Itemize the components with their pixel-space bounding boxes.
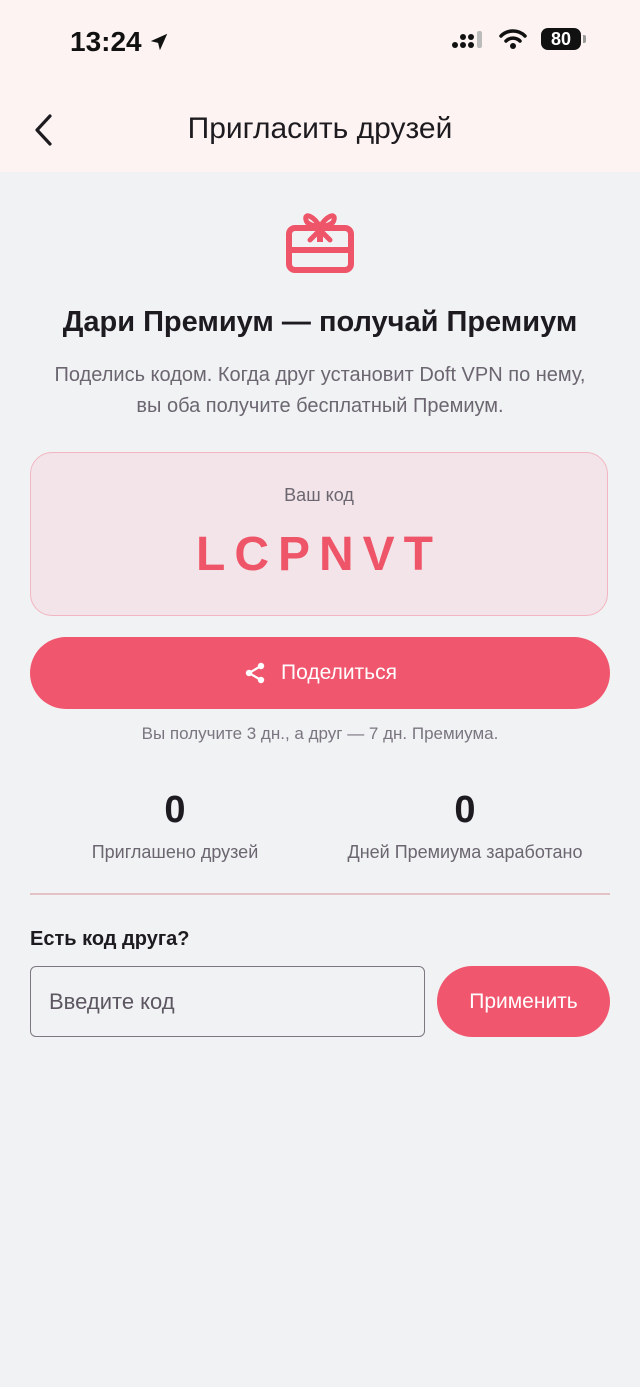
stat-premium-days-value: 0 [454, 789, 476, 831]
status-bar: 13:24 80 [0, 0, 640, 90]
status-time: 13:24 [70, 26, 170, 58]
battery-level: 80 [541, 28, 581, 50]
friend-code-input[interactable] [30, 966, 425, 1037]
app-bar: Пригласить друзей [0, 90, 640, 172]
wifi-icon [499, 29, 527, 49]
promo-description: Поделись кодом. Когда друг установит Dof… [54, 364, 586, 417]
referral-code-value[interactable]: LCPNVT [31, 527, 607, 582]
referral-code-card: Ваш код LCPNVT [30, 452, 608, 616]
stat-invited-friends: 0 Приглашено друзей [25, 788, 325, 863]
promo-title: Дари Премиум — получай Премиум [62, 306, 578, 338]
share-button-label: Поделиться [281, 661, 397, 684]
battery-cap [583, 35, 586, 43]
stat-premium-days-label: Дней Премиума заработано [347, 842, 583, 862]
status-indicators: 80 [451, 28, 586, 50]
battery-indicator: 80 [541, 28, 586, 50]
cellular-signal-icon [452, 31, 482, 48]
stat-premium-days: 0 Дней Премиума заработано [315, 788, 615, 863]
reward-note: Вы получите 3 дн., а друг — 7 дн. Премиу… [141, 724, 499, 743]
stat-invited-friends-label: Приглашено друзей [91, 842, 259, 862]
page-title: Пригласить друзей [187, 112, 453, 145]
location-arrow-icon [150, 33, 167, 51]
status-time-text: 13:24 [70, 26, 142, 57]
stat-invited-friends-value: 0 [164, 789, 186, 831]
share-button[interactable]: Поделиться [30, 637, 610, 709]
gift-icon [286, 213, 354, 273]
referral-code-label: Ваш код [284, 485, 354, 505]
share-icon [245, 662, 265, 684]
divider [30, 893, 610, 895]
apply-button[interactable]: Применить [437, 966, 610, 1037]
friend-code-label: Есть код друга? [30, 928, 190, 950]
